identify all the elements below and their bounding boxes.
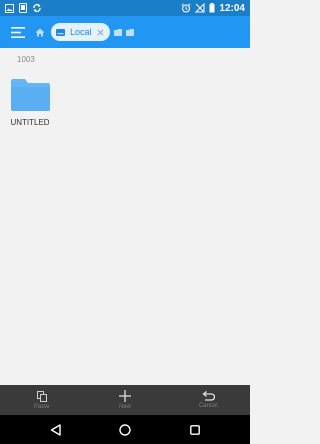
storage-icon <box>56 28 65 36</box>
path-label: 1003 <box>17 55 35 64</box>
navigation-bar <box>0 415 250 444</box>
cancel-label: Cancel <box>198 403 218 409</box>
paste-label: Paste <box>33 403 50 410</box>
back-icon <box>50 423 61 436</box>
home-icon[interactable] <box>35 28 45 37</box>
new-label: New <box>118 404 131 410</box>
back-button[interactable] <box>40 415 70 444</box>
status-bar: 12:04 <box>0 0 250 16</box>
file-list: 1003 UNTITLED <box>0 48 250 385</box>
undo-icon <box>202 391 215 401</box>
file-manager-screen: 12:04 Local 1003 UNTITLED Paste New Canc… <box>0 0 250 444</box>
location-chip[interactable]: Local <box>51 23 110 41</box>
recents-button[interactable] <box>180 415 210 444</box>
menu-icon <box>11 26 25 38</box>
folder-crumb-icon[interactable] <box>125 28 134 36</box>
status-right-icons: 12:04 <box>181 3 245 14</box>
chip-label: Local <box>70 27 92 37</box>
close-icon[interactable] <box>96 28 104 36</box>
sync-icon <box>33 3 41 13</box>
menu-button[interactable] <box>3 16 33 48</box>
screenshot-icon <box>19 3 27 13</box>
folder-crumb-icon[interactable] <box>113 28 122 36</box>
action-bar: Paste New Cancel <box>0 385 250 415</box>
recents-icon <box>190 424 200 435</box>
folder-item[interactable]: UNTITLED <box>6 77 54 129</box>
home-circle-icon <box>119 423 131 436</box>
status-time: 12:04 <box>219 2 245 14</box>
cancel-button[interactable]: Cancel <box>167 385 250 415</box>
image-icon <box>5 3 14 13</box>
no-signal-icon <box>195 3 205 13</box>
app-bar: Local <box>0 16 250 48</box>
folder-icon <box>11 79 50 111</box>
folder-name: UNTITLED <box>10 118 50 127</box>
paste-icon <box>36 390 47 402</box>
new-button[interactable]: New <box>83 385 166 415</box>
battery-icon <box>209 3 215 13</box>
alarm-icon <box>181 3 191 13</box>
plus-icon <box>118 390 131 402</box>
paste-button[interactable]: Paste <box>0 385 83 415</box>
status-left-icons <box>5 3 42 13</box>
home-button[interactable] <box>110 415 140 444</box>
